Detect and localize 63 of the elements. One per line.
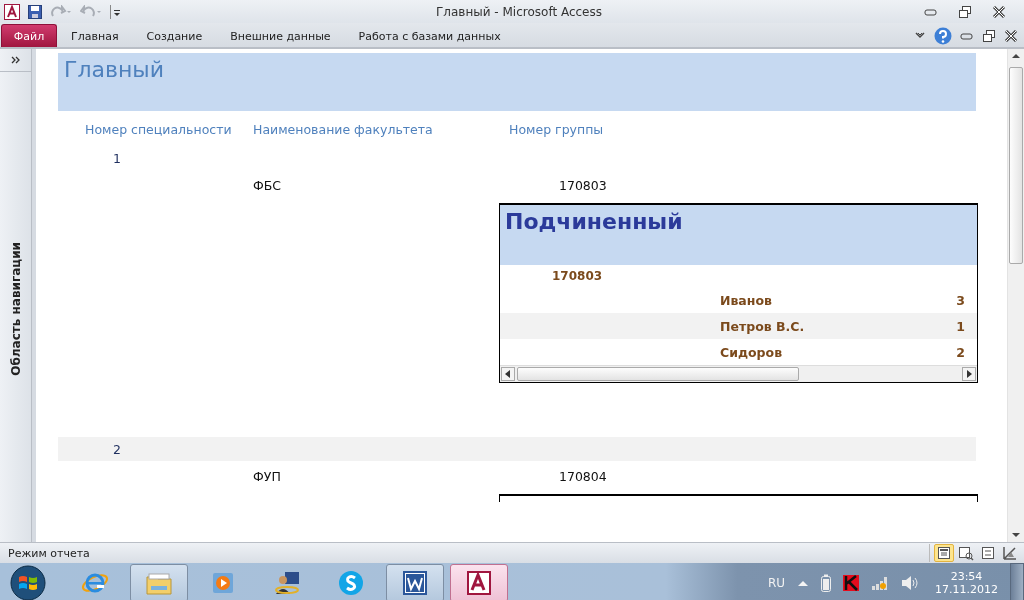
- minimize-icon[interactable]: [924, 6, 938, 17]
- database-key-icon: [464, 568, 494, 598]
- view-button[interactable]: [956, 544, 976, 562]
- windows-logo-icon: [10, 565, 46, 600]
- save-icon[interactable]: [28, 4, 42, 19]
- preview-view-icon: [958, 545, 974, 561]
- student-value: 1: [956, 318, 965, 334]
- document-icon: [400, 568, 430, 598]
- show-hidden-icons-icon[interactable]: [797, 579, 809, 587]
- app-logo-icon[interactable]: [4, 3, 20, 20]
- close-icon[interactable]: [1004, 30, 1018, 42]
- student-name: Иванов: [720, 292, 773, 308]
- battery-icon[interactable]: [821, 574, 831, 592]
- ribbon-tab[interactable]: Работа с базами данных: [344, 25, 515, 47]
- scroll-thumb[interactable]: [1009, 67, 1023, 264]
- column-header: Номер группы: [509, 121, 604, 137]
- taskbar-button[interactable]: [386, 564, 444, 600]
- group-number: 170804: [559, 468, 607, 484]
- scroll-right-icon[interactable]: [962, 367, 976, 381]
- design-view-icon: [1002, 545, 1018, 561]
- help-icon[interactable]: [934, 27, 952, 45]
- file-tab[interactable]: Файл: [1, 24, 57, 47]
- faculty-name: ФБС: [253, 177, 283, 193]
- specialty-number: 2: [113, 441, 121, 457]
- student-value: 3: [956, 292, 965, 308]
- window-title: Главный - Microsoft Access: [435, 4, 603, 19]
- chat-bubble-icon: [336, 568, 366, 598]
- ribbon-tab[interactable]: Внешние данные: [216, 25, 345, 47]
- view-button[interactable]: [934, 544, 954, 562]
- layout-view-icon: [980, 545, 996, 561]
- student-name: Петров В.С.: [720, 318, 806, 334]
- ribbon-tab[interactable]: Главная: [57, 25, 133, 47]
- subreport-group-number: 170803: [551, 268, 604, 285]
- faculty-name: ФУП: [253, 468, 282, 484]
- start-button[interactable]: [8, 563, 48, 600]
- navigation-pane[interactable]: Область навигации: [0, 49, 32, 542]
- column-header: Наименование факультета: [253, 121, 434, 137]
- restore-icon[interactable]: [982, 29, 996, 43]
- status-text: Режим отчета: [8, 546, 91, 560]
- expand-pane-icon[interactable]: [10, 56, 21, 64]
- report-title: Главный: [64, 57, 164, 82]
- taskbar-button[interactable]: [450, 564, 508, 600]
- minimize-icon[interactable]: [960, 31, 974, 41]
- close-icon[interactable]: [992, 5, 1006, 18]
- ribbon-tab[interactable]: Создание: [132, 25, 217, 47]
- specialty-number: 1: [113, 150, 121, 166]
- navigation-pane-label[interactable]: Область навигации: [8, 242, 23, 376]
- student-value: 2: [956, 344, 965, 360]
- vertical-scrollbar[interactable]: [1007, 49, 1024, 542]
- taskbar-button[interactable]: [130, 564, 188, 600]
- horizontal-scrollbar[interactable]: [500, 365, 977, 382]
- scroll-left-icon[interactable]: [501, 367, 515, 381]
- report-view-icon: [936, 545, 952, 561]
- expand-ribbon-icon[interactable]: [914, 31, 926, 41]
- column-header: Номер специальности: [85, 121, 233, 137]
- restore-icon[interactable]: [958, 4, 972, 19]
- antivirus-icon[interactable]: [843, 575, 859, 591]
- subreport-title: Подчиненный: [505, 209, 683, 234]
- scroll-thumb[interactable]: [517, 367, 799, 381]
- volume-icon[interactable]: [901, 575, 919, 591]
- student-name: Сидоров: [720, 344, 784, 360]
- customize-toolbar-icon[interactable]: [110, 4, 120, 19]
- group-number: 170803: [559, 177, 607, 193]
